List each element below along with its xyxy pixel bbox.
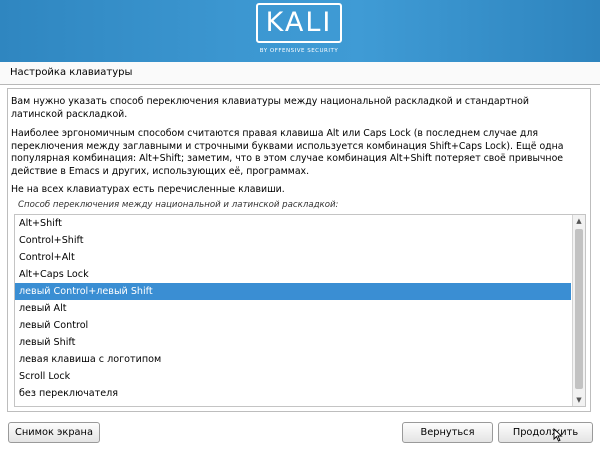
continue-button[interactable]: Продолжить	[498, 422, 593, 443]
list-item[interactable]: Control+Alt	[15, 249, 571, 266]
scroll-down-icon[interactable]: ▼	[573, 394, 585, 406]
screenshot-button[interactable]: Снимок экрана	[8, 422, 100, 443]
ergonomics-paragraph: Наиболее эргономичным способом считаются…	[11, 128, 564, 177]
list-item[interactable]: Scroll Lock	[15, 368, 571, 385]
intro-paragraph: Вам нужно указать способ переключения кл…	[11, 96, 530, 120]
keyboard-note-paragraph: Не на всех клавиатурах есть перечисленны…	[11, 184, 285, 195]
list-item[interactable]: без переключателя	[15, 385, 571, 402]
list-item[interactable]: левый Control	[15, 317, 571, 334]
list-item[interactable]: Control+Shift	[15, 232, 571, 249]
list-item[interactable]: Alt+Shift	[15, 215, 571, 232]
scroll-up-icon[interactable]: ▲	[573, 215, 585, 227]
back-button[interactable]: Вернуться	[402, 422, 493, 443]
mouse-cursor-icon	[553, 428, 563, 442]
list-item[interactable]: левая клавиша с логотипом	[15, 351, 571, 368]
toggle-method-list[interactable]: Alt+Shift Control+Shift Control+Alt Alt+…	[14, 214, 586, 407]
list-caption: Способ переключения между национальной и…	[18, 200, 339, 210]
list-item[interactable]: левый Shift	[15, 334, 571, 351]
list-item[interactable]: левый Alt	[15, 300, 571, 317]
scroll-thumb[interactable]	[575, 229, 583, 389]
list-scrollbar[interactable]: ▲ ▼	[572, 215, 585, 406]
logo-subtitle: BY OFFENSIVE SECURITY	[259, 48, 339, 54]
list-item-selected[interactable]: левый Control+левый Shift	[15, 283, 571, 300]
page-title: Настройка клавиатуры	[10, 67, 133, 78]
kali-logo: KALI BY OFFENSIVE SECURITY	[256, 3, 342, 56]
list-item[interactable]: Alt+Caps Lock	[15, 266, 571, 283]
kali-banner: KALI BY OFFENSIVE SECURITY	[0, 0, 600, 62]
logo-text: KALI	[265, 7, 333, 38]
